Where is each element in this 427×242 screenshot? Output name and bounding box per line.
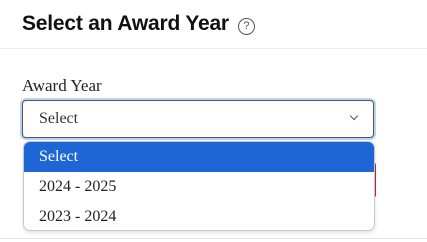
page-title: Select an Award Year: [22, 12, 229, 35]
header-divider: [0, 48, 427, 49]
dropdown-option-2024-2025[interactable]: 2024 - 2025: [24, 172, 374, 202]
page-header: Select an Award Year ?: [22, 12, 255, 36]
award-year-dropdown-list: Select 2024 - 2025 2023 - 2024: [23, 141, 375, 231]
award-year-label: Award Year: [22, 76, 102, 95]
dropdown-option-select[interactable]: Select: [24, 142, 374, 172]
award-year-select[interactable]: Select: [22, 100, 374, 138]
select-current-value: Select: [39, 110, 79, 127]
footer-divider: [0, 238, 427, 239]
help-circle-icon[interactable]: ?: [237, 17, 255, 35]
dropdown-option-2023-2024[interactable]: 2023 - 2024: [24, 202, 374, 230]
chevron-down-icon: [349, 111, 359, 121]
